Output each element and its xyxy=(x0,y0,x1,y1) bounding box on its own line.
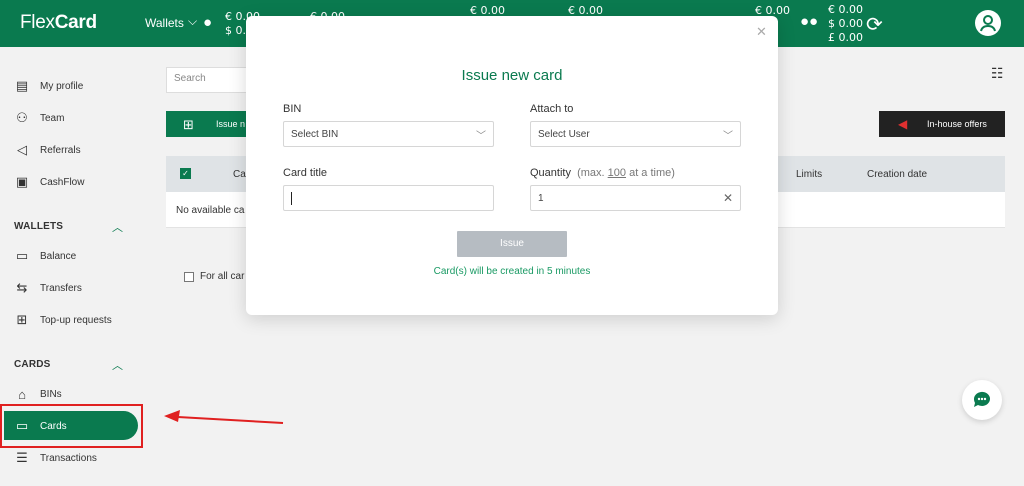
text-cursor xyxy=(291,192,292,205)
quantity-label: Quantity (max. 100 at a time) xyxy=(530,167,675,179)
modal-title: Issue new card xyxy=(461,67,563,84)
sidebar-item-transactions[interactable]: ☰ Transactions xyxy=(14,449,97,467)
logo[interactable]: FlexCard xyxy=(20,12,97,34)
clear-icon[interactable]: ✕ xyxy=(723,191,733,205)
sidebar-heading-wallets: WALLETS xyxy=(14,221,64,232)
bin-label: BIN xyxy=(283,103,302,115)
sidebar-item-team[interactable]: ⚇ Team xyxy=(14,109,64,127)
select-all-checkbox[interactable]: ✓ xyxy=(180,168,191,179)
add-card-icon: ⊞ xyxy=(183,117,194,132)
user-icon: ● xyxy=(203,14,213,31)
card-title-label: Card title xyxy=(283,167,328,179)
chat-icon xyxy=(973,391,990,407)
chevron-up-icon[interactable]: ︿ xyxy=(112,357,123,373)
empty-state-text: No available ca xyxy=(176,205,245,216)
issue-note: Card(s) will be created in 5 minutes xyxy=(433,266,591,277)
checkbox[interactable] xyxy=(184,271,194,282)
wallet-icon: ▭ xyxy=(15,248,29,263)
sidebar-item-balance[interactable]: ▭ Balance xyxy=(14,247,76,265)
team-icon: ●● xyxy=(800,13,819,30)
chat-button[interactable] xyxy=(962,380,1002,420)
search-input[interactable]: Search xyxy=(166,67,256,93)
chevron-up-icon[interactable]: ︿ xyxy=(112,219,123,235)
column-header-creation-date[interactable]: Creation date xyxy=(867,169,927,180)
sidebar-item-transfers[interactable]: ⇆ Transfers xyxy=(14,279,82,297)
sidebar-item-top-up-requests[interactable]: ⊞ Top-up requests xyxy=(14,311,112,329)
attach-to-select[interactable]: Select User ﹀ xyxy=(530,121,741,147)
refresh-icon[interactable]: ⟳ xyxy=(866,12,883,37)
megaphone-icon: ◀ xyxy=(898,117,908,131)
filter-icon[interactable]: ☷ xyxy=(991,65,1004,82)
column-header-card[interactable]: Ca xyxy=(233,169,246,180)
sidebar-heading-cards: CARDS xyxy=(14,359,51,370)
sidebar-item-referrals[interactable]: ◁ Referrals xyxy=(14,141,81,159)
sidebar-item-cashflow[interactable]: ▣ CashFlow xyxy=(14,173,85,191)
transfer-icon: ⇆ xyxy=(16,280,28,295)
close-icon[interactable]: ✕ xyxy=(756,24,767,40)
chevron-down-icon: ﹀ xyxy=(476,131,486,142)
megaphone-icon: ◁ xyxy=(17,142,27,157)
card-title-input[interactable] xyxy=(283,185,494,211)
issue-card-button[interactable]: ⊞ Issue n xyxy=(166,111,256,137)
list-icon: ☰ xyxy=(16,450,28,465)
issue-card-modal: ✕ Issue new card BIN Select BIN ﹀ Attach … xyxy=(246,16,778,315)
highlight-box xyxy=(0,404,143,448)
chevron-down-icon[interactable]: ⌵ xyxy=(188,14,197,29)
wallets-dropdown[interactable]: Wallets xyxy=(145,16,184,30)
in-house-offers-button[interactable]: ◀ In-house offers xyxy=(879,111,1005,137)
chart-icon: ▤ xyxy=(15,78,29,93)
issue-button[interactable]: Issue xyxy=(457,231,567,257)
annotation-arrow xyxy=(164,410,284,424)
topup-icon: ⊞ xyxy=(16,312,28,327)
chevron-down-icon: ﹀ xyxy=(723,131,733,142)
bank-icon: ⌂ xyxy=(18,386,26,402)
for-all-cards-checkbox[interactable]: For all car xyxy=(184,271,244,282)
sidebar-item-my-profile[interactable]: ▤ My profile xyxy=(14,77,84,95)
team-icon: ⚇ xyxy=(16,110,28,125)
cashflow-icon: ▣ xyxy=(15,174,29,189)
attach-to-label: Attach to xyxy=(530,103,574,115)
quantity-input[interactable]: 1 ✕ xyxy=(530,185,741,211)
sidebar-item-bins[interactable]: ⌂ BINs xyxy=(14,385,62,403)
column-header-limits[interactable]: Limits xyxy=(796,169,822,180)
bin-select[interactable]: Select BIN ﹀ xyxy=(283,121,494,147)
balance-item: € 0.00 $ 0.00 £ 0.00 xyxy=(828,3,863,44)
avatar[interactable] xyxy=(975,10,1001,36)
quantity-hint: (max. 100 at a time) xyxy=(577,167,675,179)
